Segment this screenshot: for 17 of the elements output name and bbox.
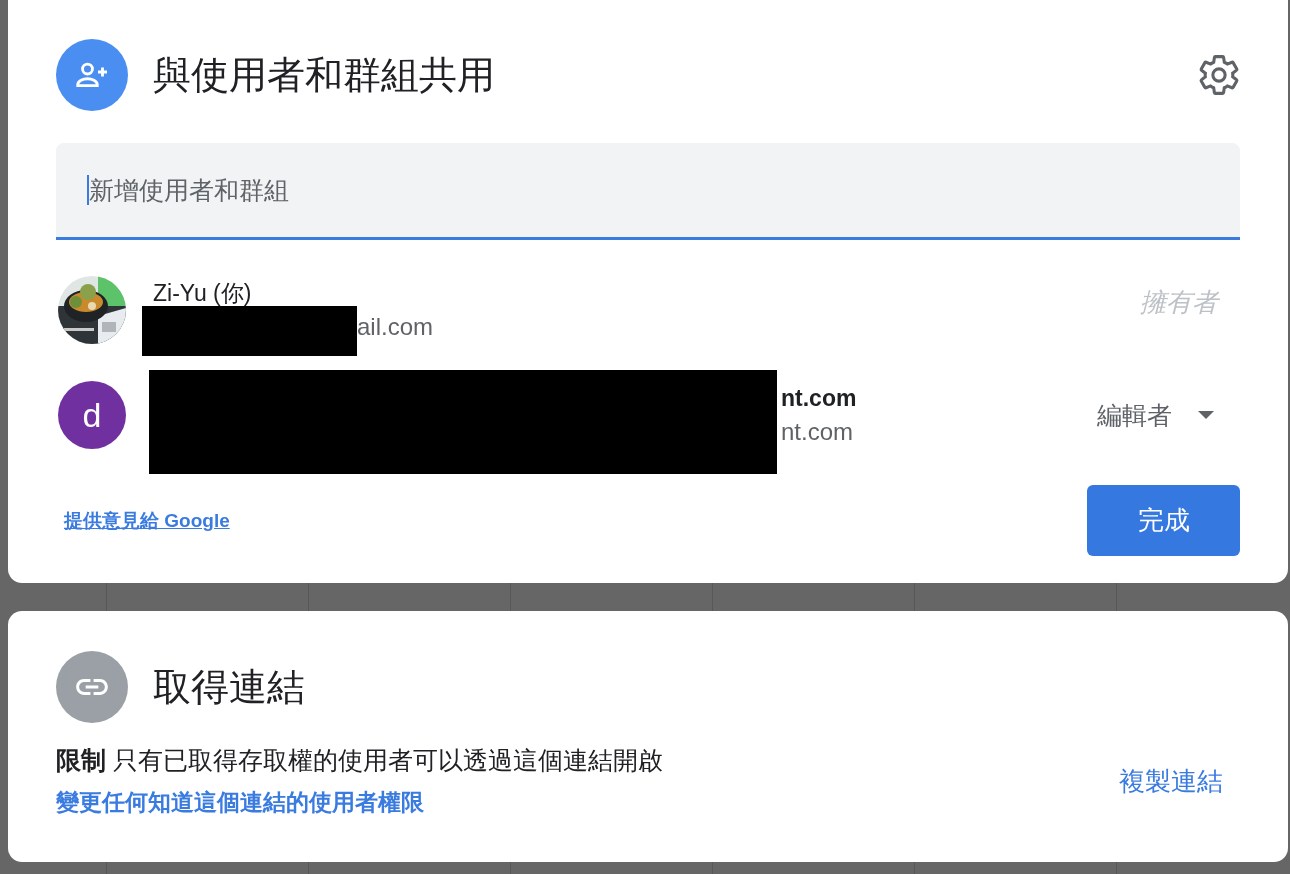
feedback-link[interactable]: 提供意見給 Google (64, 507, 230, 534)
copy-link-button[interactable]: 複製連結 (1119, 763, 1223, 799)
person-name: nt.com (780, 384, 858, 413)
person-email: ail.com (356, 312, 435, 342)
change-access-link[interactable]: 變更任何知道這個連結的使用者權限 (56, 787, 663, 818)
role-label: 擁有者 (1140, 285, 1218, 319)
panel-title: 取得連結 (153, 664, 306, 710)
dialog-title: 與使用者和群組共用 (153, 52, 496, 98)
access-description: 限制 只有已取得存取權的使用者可以透過這個連結開啟 (56, 745, 663, 776)
avatar: d (58, 381, 126, 449)
text-cursor (87, 175, 89, 205)
caret-icon (1198, 411, 1214, 419)
add-people-field[interactable]: 新增使用者和群組 (56, 143, 1240, 240)
role-dropdown[interactable]: 編輯者 (1097, 398, 1214, 432)
person-name: Zi-Yu (你) (153, 279, 253, 308)
done-button[interactable]: 完成 (1087, 485, 1240, 556)
person-email: nt.com (780, 417, 855, 447)
